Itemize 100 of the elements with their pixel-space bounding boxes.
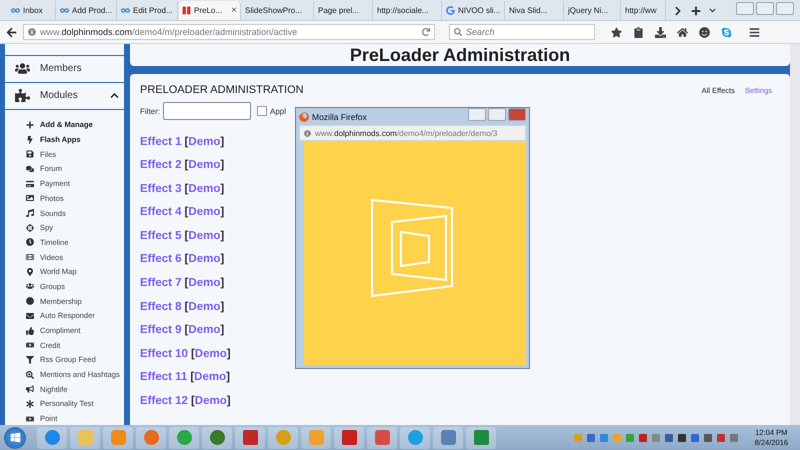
demo-link[interactable]: Demo: [194, 348, 227, 360]
bracket: ]: [226, 348, 231, 360]
sidebar-section[interactable]: Modules: [5, 82, 124, 110]
users-icon: [15, 61, 30, 76]
address-field[interactable]: www.dolphinmods.com/demo4/m/preloader/administration/active: [23, 24, 435, 40]
taskbar-app[interactable]: [136, 426, 166, 448]
minimize-button[interactable]: [736, 2, 754, 15]
demo-link[interactable]: Demo: [188, 182, 220, 195]
g-logo-icon: [446, 6, 455, 15]
skype-icon[interactable]: [721, 26, 732, 38]
taskbar-app[interactable]: [433, 426, 463, 448]
bracket: ]: [220, 277, 224, 290]
browser-tab[interactable]: http://sociale...: [374, 1, 442, 20]
new-tab-icon[interactable]: [691, 6, 701, 16]
crosshair-icon: [26, 224, 34, 232]
windows-logo-icon: [10, 432, 20, 443]
info-icon: [28, 28, 36, 36]
effect-name: Effect 6: [140, 253, 182, 266]
browser-tab[interactable]: NIVOO sli...: [443, 1, 505, 20]
home-icon[interactable]: [677, 26, 688, 38]
bracket: [: [184, 324, 188, 336]
browser-tab[interactable]: Niva Slid...: [506, 1, 564, 20]
effect-name: Effect 2: [140, 159, 182, 172]
taskbar-app[interactable]: [334, 426, 364, 448]
bracket: [: [184, 182, 188, 195]
browser-tab[interactable]: Page prel...: [315, 1, 373, 20]
window-title: Mozilla Firefox: [312, 112, 367, 122]
filter-field[interactable]: [163, 102, 251, 120]
taskbar-app[interactable]: [466, 426, 496, 448]
taskbar-app[interactable]: [367, 426, 397, 448]
clipboard-icon[interactable]: [633, 26, 644, 38]
browser-tab[interactable]: jQuery Ni...: [565, 1, 621, 20]
demo-link[interactable]: Demo: [188, 253, 220, 266]
bracket: ]: [220, 136, 224, 148]
demo-link[interactable]: Demo: [188, 277, 220, 290]
info-icon: [304, 130, 311, 136]
demo-link[interactable]: Demo: [188, 324, 220, 336]
tab-close-button[interactable]: ×: [231, 5, 237, 16]
bracket: ]: [220, 324, 224, 336]
apply-checkbox[interactable]: [257, 106, 267, 116]
demo-link[interactable]: Demo: [188, 159, 220, 172]
bracket: ]: [220, 159, 224, 172]
demo-link[interactable]: Demo: [188, 206, 220, 218]
music-icon: [26, 209, 34, 218]
bracket: [: [184, 136, 188, 148]
browser-tab[interactable]: Add Prod...: [57, 1, 117, 20]
browser-tab[interactable]: Inbox: [8, 1, 56, 20]
floppy-icon: [26, 150, 34, 158]
sidebar-section[interactable]: Members: [5, 56, 124, 83]
demo-link[interactable]: Demo: [188, 136, 220, 148]
minimize-button[interactable]: [468, 108, 486, 121]
smiley-icon[interactable]: [699, 26, 710, 38]
bracket: [: [184, 300, 188, 313]
map-pin-icon: [26, 268, 34, 276]
infinity-icon: [60, 6, 69, 15]
effect-name: Effect 1: [140, 136, 182, 148]
bracket: [: [184, 230, 188, 242]
back-icon[interactable]: [6, 26, 17, 38]
browser-tab[interactable]: SlideShowPro...: [242, 1, 314, 20]
demo-link[interactable]: Demo: [194, 395, 227, 408]
close-button[interactable]: [508, 108, 526, 121]
browser-tab[interactable]: PreLo... ×: [179, 1, 241, 20]
taskbar-app[interactable]: [400, 426, 430, 448]
film-icon: [26, 253, 34, 262]
restore-button[interactable]: [756, 2, 774, 15]
demo-link[interactable]: Demo: [188, 300, 220, 313]
browser-tab[interactable]: Edit Prod...: [118, 1, 178, 20]
taskbar-app[interactable]: [169, 426, 199, 448]
taskbar-app[interactable]: [103, 426, 133, 448]
search-input[interactable]: Search: [466, 27, 586, 37]
zoom-icon: [26, 370, 34, 379]
menu-icon[interactable]: [749, 26, 760, 38]
bracket: [: [184, 253, 188, 266]
download-icon[interactable]: [655, 26, 666, 38]
demo-link[interactable]: Demo: [188, 230, 220, 242]
bars-icon: [182, 6, 191, 15]
start-button[interactable]: [4, 426, 26, 448]
effect-name: Effect 3: [140, 182, 182, 195]
url-text: www.dolphinmods.com/demo4/m/preloader/demo/3: [315, 128, 498, 138]
close-button[interactable]: [776, 2, 794, 15]
browser-tab[interactable]: http://ww: [622, 1, 666, 20]
bracket: [: [190, 348, 195, 360]
restore-button[interactable]: [488, 108, 506, 121]
circle-icon: [26, 297, 34, 306]
tab-list-icon[interactable]: [709, 7, 716, 14]
effect-name: Effect 12: [140, 395, 188, 408]
thumbs-up-icon: [26, 326, 34, 335]
taskbar-app[interactable]: [37, 426, 67, 448]
taskbar-app[interactable]: [235, 426, 265, 448]
taskbar-app[interactable]: [202, 426, 232, 448]
reload-icon[interactable]: [422, 28, 430, 36]
puzzle-icon: [15, 88, 30, 104]
bookmark-star-icon[interactable]: [611, 26, 622, 38]
url-text: www.dolphinmods.com/demo4/m/preloader/administration/active: [40, 27, 298, 37]
scroll-tabs-icon[interactable]: [673, 6, 683, 16]
demo-link[interactable]: Demo: [194, 371, 226, 384]
apply-label: Appl: [270, 106, 286, 116]
envelope-icon: [26, 312, 34, 320]
bracket: [: [184, 159, 188, 172]
search-field[interactable]: Search: [449, 24, 595, 40]
